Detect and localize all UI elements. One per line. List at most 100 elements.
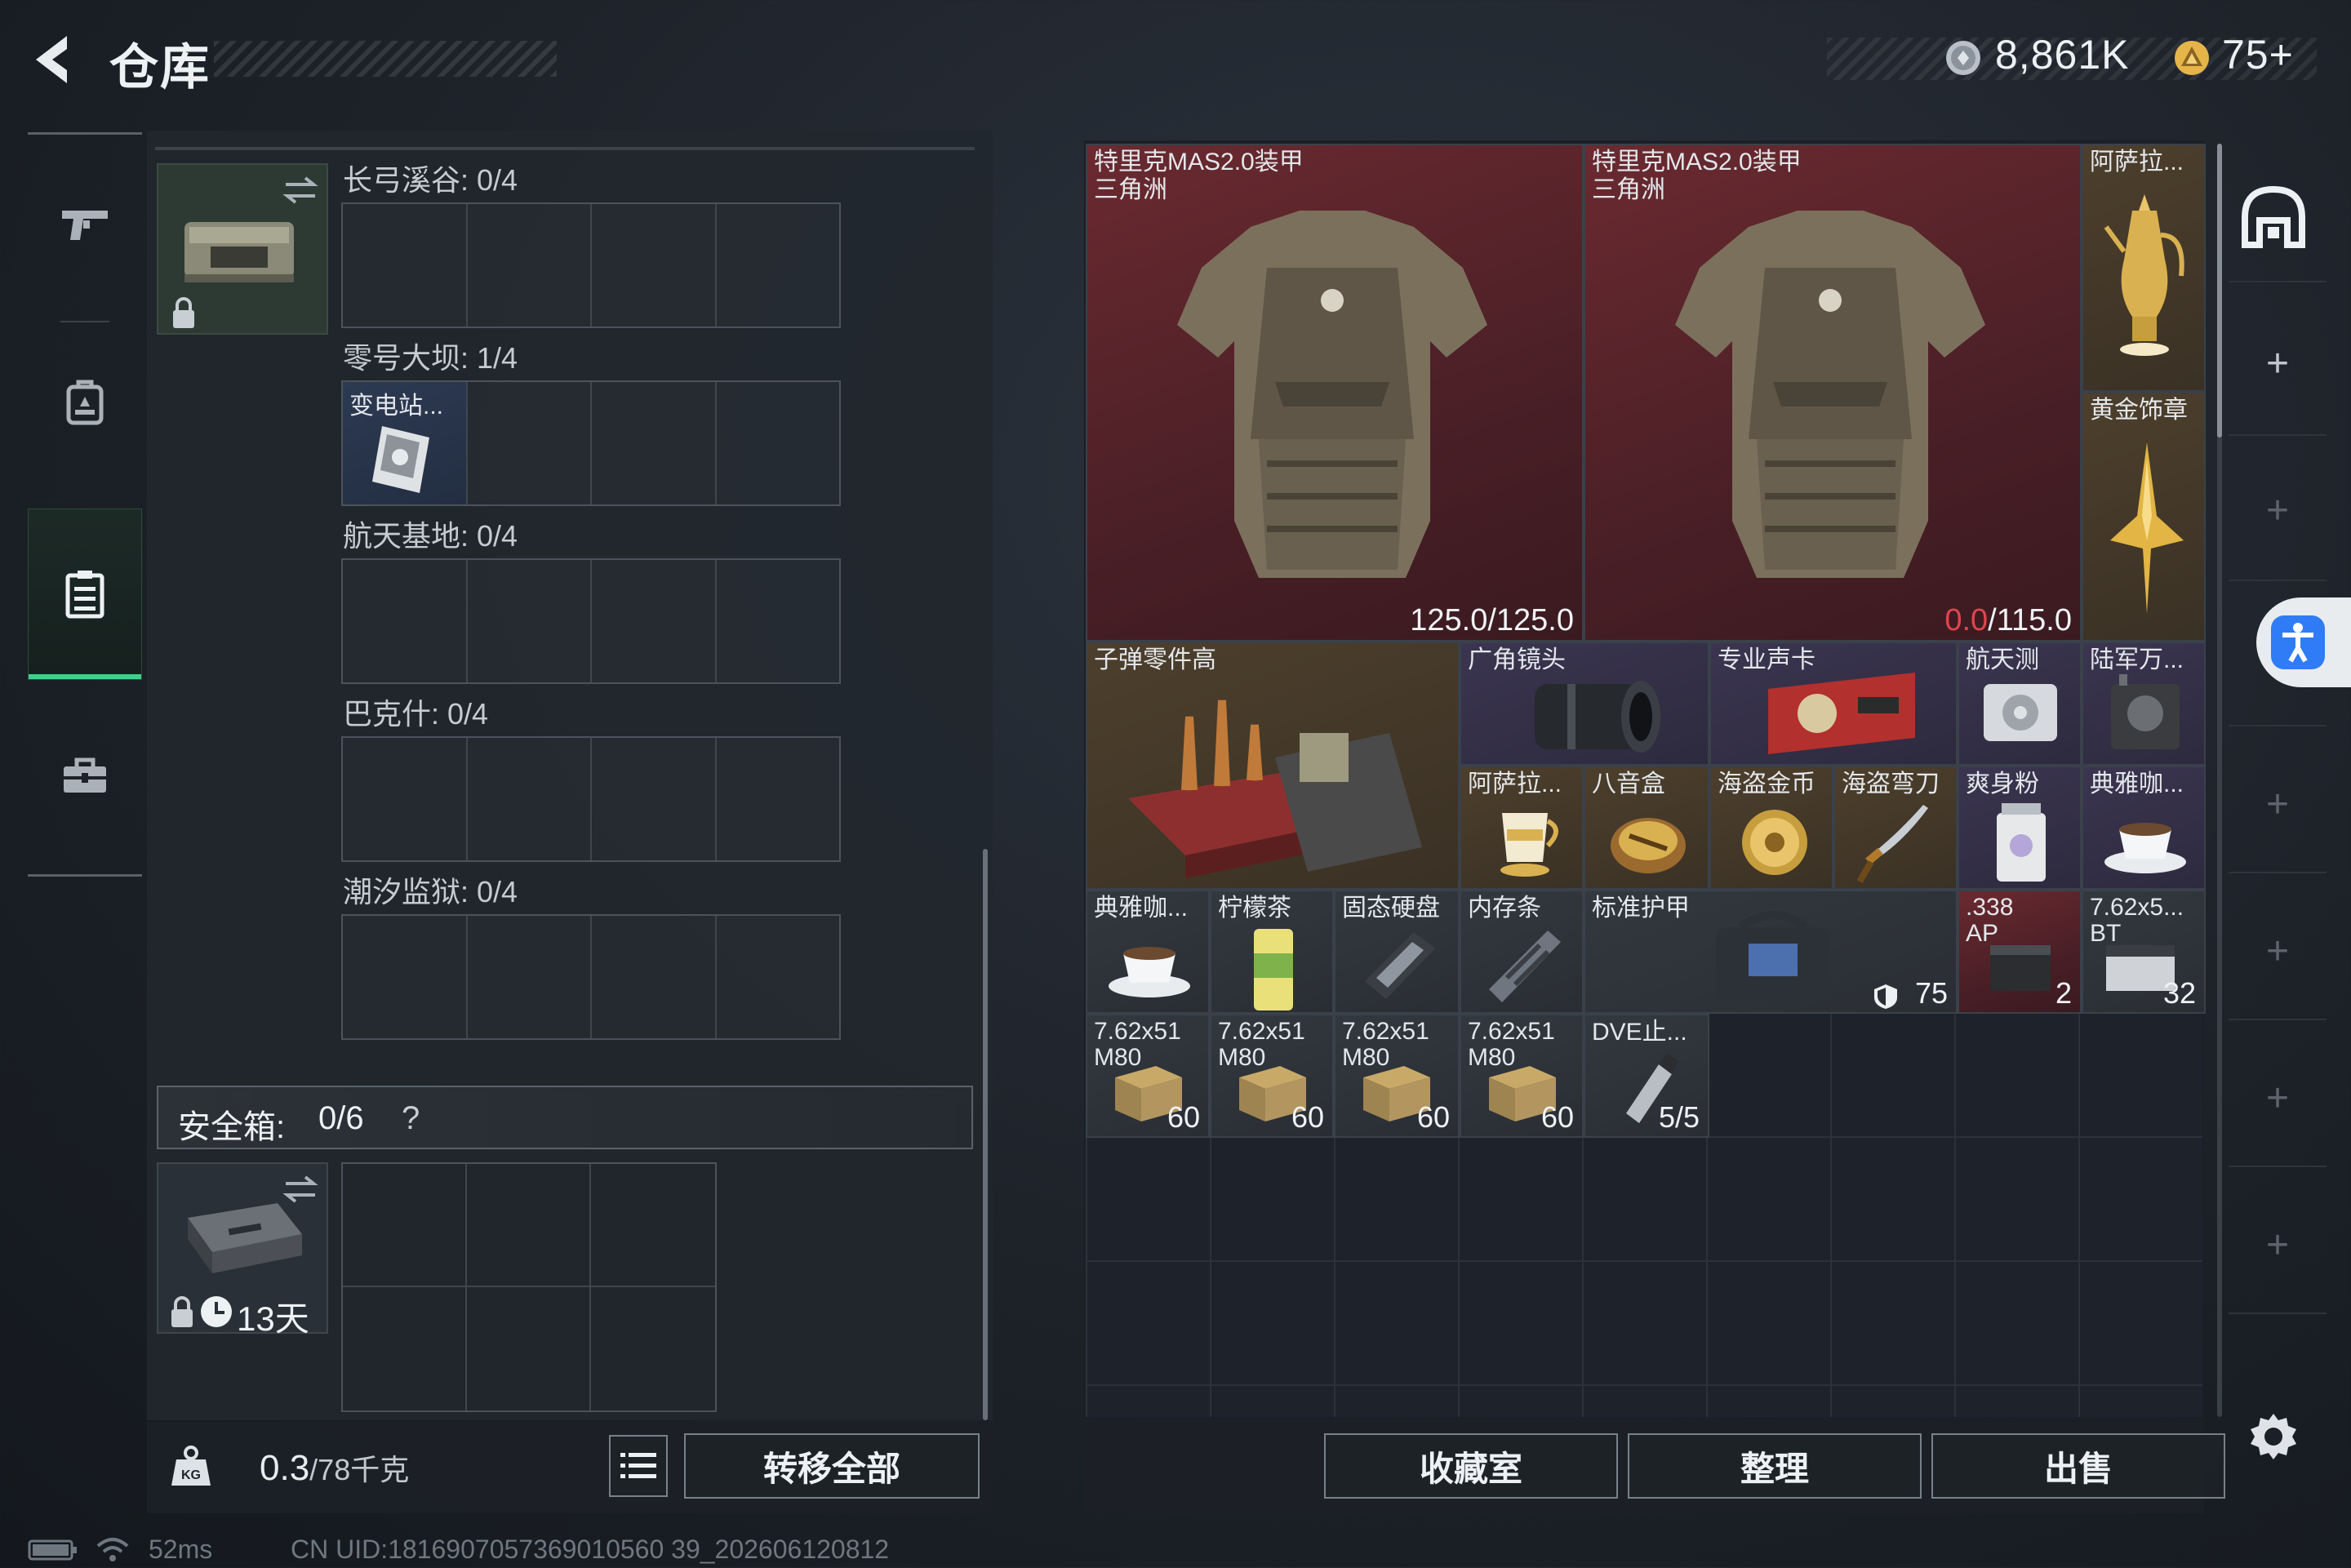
grid-cell[interactable] [468,204,592,326]
add-storage-icon[interactable]: + [2261,1079,2294,1118]
transfer-all-button[interactable]: 转移全部 [684,1433,980,1499]
grid-cell[interactable] [717,560,840,682]
weight-capacity: /78千克 [309,1453,410,1486]
safe-box-slot[interactable]: 13天 [157,1162,328,1338]
map-grid-tide-prison[interactable] [341,914,841,1040]
inventory-item-dve-injector[interactable]: DVE止... 5/5 [1584,1014,1709,1138]
inventory-item-coffee-cup-1[interactable]: 典雅咖... [2082,766,2206,890]
nav-item-toolbox[interactable] [28,698,142,853]
grid-cell[interactable] [717,916,840,1038]
inventory-item-sound-card[interactable]: 专业声卡 [1709,642,1958,766]
teapot-icon [2104,194,2184,356]
add-storage-icon[interactable]: + [2261,932,2294,971]
safe-case-icon [188,1203,302,1273]
grid-cell[interactable] [467,1164,591,1287]
inventory-item-lemon-tea[interactable]: 柠檬茶 [1210,890,1334,1014]
nav-item-storage[interactable] [28,509,142,680]
map-grid-changgong[interactable] [341,202,841,328]
inventory-item-762-m80[interactable]: 7.62x51 M80 60 [1210,1014,1334,1138]
sidebar-divider [2229,725,2327,726]
sell-button[interactable]: 出售 [1931,1433,2225,1499]
grid-cell[interactable] [592,560,717,682]
inventory-item-standard-armor[interactable]: 标准护甲 75 [1584,890,1958,1014]
toolbox-icon [64,757,106,793]
settings-button[interactable] [2247,1410,2300,1468]
grid-cell[interactable] [592,382,717,504]
radio-device-icon [2111,674,2180,749]
add-storage-icon[interactable]: + [2261,491,2294,531]
side-nav [28,132,142,877]
grid-cell[interactable] [717,738,840,860]
grid-cell[interactable] [468,560,592,682]
inventory-item-armor-1[interactable]: 特里克MAS2.0装甲 三角洲 125.0/125.0 [1086,144,1584,642]
inventory-item-ssd[interactable]: 固态硬盘 [1334,890,1460,1014]
swap-icon[interactable] [281,1172,320,1205]
grid-cell[interactable] [717,382,840,504]
inventory-item-bullet-parts[interactable]: 子弹零件高 [1086,642,1460,890]
inventory-item-gold-badge[interactable]: 黄金饰章 [2082,392,2206,642]
grid-cell[interactable] [468,916,592,1038]
inventory-item-music-box[interactable]: 八音盒 [1584,766,1709,890]
page-title: 仓库 [109,40,211,95]
grid-cell[interactable] [468,738,592,860]
nav-item-weapons[interactable] [28,143,142,306]
left-scrollbar[interactable] [983,849,988,1420]
inventory-item-pirate-coin[interactable]: 海盗金币 [1709,766,1833,890]
inventory-item-asala-cup[interactable]: 阿萨拉... [1460,766,1584,890]
inventory-item-762-bt[interactable]: 7.62x5... BT 32 [2082,890,2206,1014]
grid-cell[interactable] [592,204,717,326]
grid-cell[interactable] [343,1164,467,1287]
inventory-item-talc-powder[interactable]: 爽身粉 [1958,766,2082,890]
disk-device-icon [1984,684,2057,741]
inventory-item-armor-2[interactable]: 特里克MAS2.0装甲 三角洲 0.0/115.0 [1584,144,2082,642]
inventory-item-338-ap[interactable]: .338 AP 2 [1958,890,2082,1014]
list-view-button[interactable] [609,1435,668,1497]
ping-readout: 52ms [149,1535,213,1564]
grid-cell[interactable] [592,916,717,1038]
home-base-button[interactable] [2237,184,2310,254]
inventory-item-762-m80[interactable]: 7.62x51 M80 60 [1334,1014,1460,1138]
inventory-item-762-m80[interactable]: 7.62x51 M80 60 [1460,1014,1584,1138]
safe-box-grid[interactable] [341,1162,717,1412]
grid-cell[interactable] [343,1287,467,1410]
back-button[interactable] [24,31,90,88]
coffee-cup-icon [2104,823,2186,873]
item-name: 八音盒 [1592,771,1665,797]
grid-cell[interactable] [343,560,468,682]
grid-cell[interactable] [343,204,468,326]
grid-cell[interactable] [343,738,468,860]
inventory-item-army-radio[interactable]: 陆军万... [2082,642,2206,766]
inventory-item-coffee-cup-2[interactable]: 典雅咖... [1086,890,1210,1014]
grid-cell[interactable] [592,738,717,860]
grid-cell[interactable] [468,382,592,504]
map-label-space-base: 航天基地: 0/4 [343,519,518,553]
inventory-item-pirate-sword[interactable]: 海盗弯刀 [1833,766,1958,890]
body-armor-icon [1177,211,1487,578]
inventory-item-762-m80[interactable]: 7.62x51 M80 60 [1086,1014,1210,1138]
map-grid-dam[interactable]: 变电站... [341,380,841,506]
grid-cell-item[interactable]: 变电站... [343,382,468,504]
inventory-scroll-thumb[interactable] [2217,144,2222,438]
accessibility-button[interactable] [2256,597,2351,687]
collection-room-button[interactable]: 收藏室 [1324,1433,1618,1499]
nav-item-backpack[interactable] [28,324,142,479]
inventory-item-wide-angle-lens[interactable]: 广角镜头 [1460,642,1709,766]
grid-cell[interactable] [343,916,468,1038]
swap-icon[interactable] [281,173,320,206]
grid-cell[interactable] [591,1287,715,1410]
inventory-item-space-test[interactable]: 航天测 [1958,642,2082,766]
grid-cell[interactable] [467,1287,591,1410]
inventory-item-ram-stick[interactable]: 内存条 [1460,890,1584,1014]
help-icon[interactable]: ? [402,1100,420,1137]
grid-cell[interactable] [591,1164,715,1287]
grid-cell[interactable] [717,204,840,326]
add-storage-icon[interactable]: + [2261,1226,2294,1265]
inventory-item-asala-teapot[interactable]: 阿萨拉... [2082,144,2206,392]
add-storage-icon[interactable]: + [2261,785,2294,824]
add-storage-icon[interactable]: + [2261,344,2294,384]
map-label-changgong: 长弓溪谷: 0/4 [343,163,518,197]
map-grid-bakhsh[interactable] [341,736,841,862]
map-case-slot[interactable] [157,163,328,335]
map-grid-space-base[interactable] [341,558,841,684]
sort-button[interactable]: 整理 [1628,1433,1922,1499]
